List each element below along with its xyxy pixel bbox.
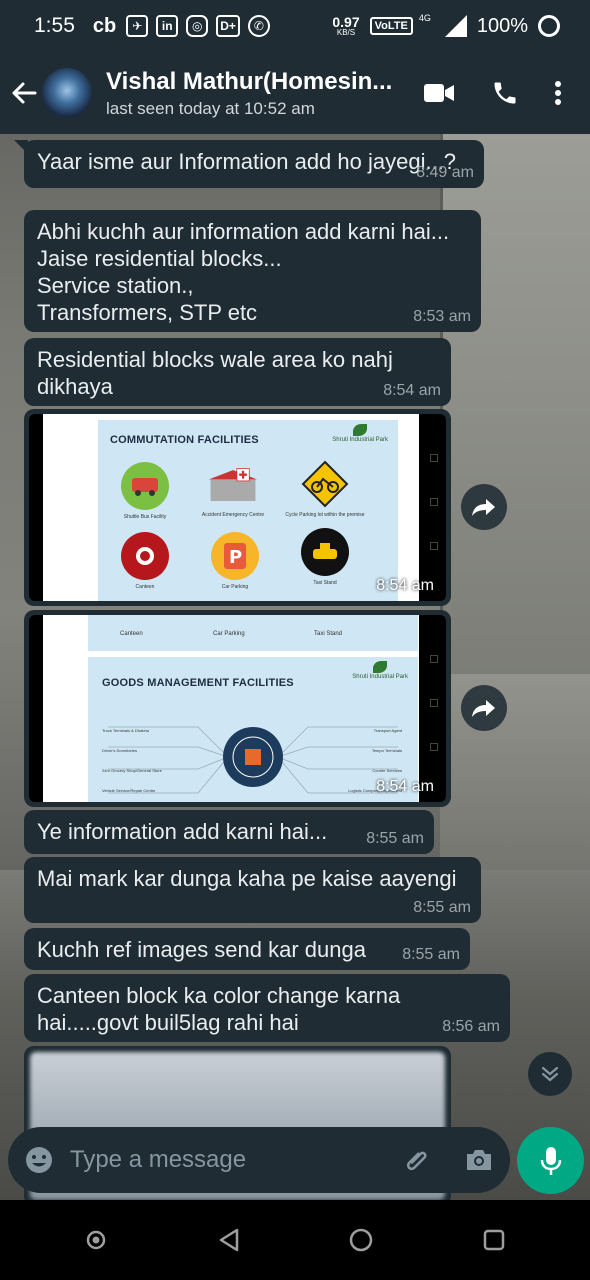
volte-icon: VoLTE bbox=[369, 17, 413, 35]
avatar[interactable] bbox=[42, 68, 92, 118]
dot-icon bbox=[87, 1230, 106, 1250]
canteen-icon bbox=[121, 532, 169, 580]
message-time: 8:49 am bbox=[416, 164, 474, 181]
recents-button[interactable] bbox=[464, 1210, 524, 1270]
image-message[interactable]: COMMUTATION FACILITIES Shruti Industrial… bbox=[24, 409, 451, 606]
cycle-icon bbox=[301, 460, 349, 508]
battery-ring-icon bbox=[538, 15, 560, 37]
message-bubble[interactable]: Ye information add karni hai... 8:55 am bbox=[24, 810, 434, 854]
battery-level: 100% bbox=[476, 14, 528, 37]
chat-area[interactable]: Yaar isme aur Information add ho jayegi.… bbox=[0, 134, 590, 1200]
message-time: 8:54 am bbox=[376, 778, 434, 795]
contact-info[interactable]: Vishal Mathur(Homesin... last seen today… bbox=[106, 68, 406, 119]
message-bubble[interactable]: Mai mark kar dunga kaha pe kaise aayengi… bbox=[24, 857, 481, 923]
network-type: 4G bbox=[418, 13, 431, 23]
home-button[interactable] bbox=[331, 1210, 391, 1270]
logo: Shruti Industrial Park bbox=[352, 661, 408, 680]
more-vert-icon bbox=[555, 81, 561, 105]
back-button[interactable] bbox=[199, 1210, 259, 1270]
last-seen: last seen today at 10:52 am bbox=[106, 98, 315, 118]
back-arrow-icon[interactable] bbox=[4, 63, 44, 123]
message-time: 8:55 am bbox=[366, 830, 424, 847]
message-composer bbox=[8, 1127, 510, 1193]
image-thumbnail[interactable]: Canteen Car Parking Taxi Stand GOODS MAN… bbox=[29, 615, 446, 802]
message-time: 8:53 am bbox=[413, 308, 471, 325]
emoji-icon bbox=[26, 1147, 52, 1173]
message-bubble[interactable]: Canteen block ka color change karna hai.… bbox=[24, 974, 510, 1042]
image-thumbnail[interactable]: COMMUTATION FACILITIES Shruti Industrial… bbox=[29, 414, 446, 601]
clock: 1:55 bbox=[34, 14, 75, 37]
message-bubble[interactable]: Yaar isme aur Information add ho jayegi.… bbox=[14, 140, 484, 188]
emoji-button[interactable] bbox=[8, 1127, 70, 1193]
network-speed: 0.97 KB/S bbox=[332, 14, 360, 37]
double-chevron-down-icon bbox=[541, 1066, 559, 1082]
video-call-icon bbox=[424, 84, 454, 102]
forward-button[interactable] bbox=[461, 685, 507, 731]
whatsapp-icon: ✆ bbox=[247, 15, 270, 37]
camera-button[interactable] bbox=[448, 1127, 510, 1193]
attach-icon bbox=[406, 1151, 427, 1171]
system-nav-bar bbox=[0, 1200, 590, 1280]
message-time: 8:55 am bbox=[402, 946, 460, 963]
taxi-icon bbox=[301, 528, 349, 576]
linkedin-icon: in bbox=[156, 15, 179, 37]
bus-icon bbox=[121, 462, 169, 510]
logo: Shruti Industrial Park bbox=[332, 424, 388, 443]
back-triangle-icon bbox=[219, 1228, 238, 1252]
mic-icon bbox=[540, 1146, 561, 1175]
message-input[interactable] bbox=[70, 1135, 386, 1185]
home-circle-icon bbox=[350, 1228, 373, 1252]
video-call-button[interactable] bbox=[406, 63, 472, 123]
voice-call-button[interactable] bbox=[472, 63, 538, 123]
forward-icon bbox=[472, 499, 495, 516]
square-icon bbox=[483, 1229, 504, 1251]
contact-name: Vishal Mathur(Homesin... bbox=[106, 67, 393, 95]
message-bubble[interactable]: Kuchh ref images send kar dunga 8:55 am bbox=[24, 928, 470, 970]
more-options-button[interactable] bbox=[538, 63, 578, 123]
scroll-to-bottom-button[interactable] bbox=[528, 1052, 572, 1096]
signal-icon bbox=[444, 15, 467, 37]
message-time: 8:55 am bbox=[413, 899, 471, 916]
status-bar: 1:55 cb ✈ in ◎ D+ ✆ 0.97 KB/S VoLTE 4G 1… bbox=[0, 0, 590, 52]
camera-icon bbox=[467, 1150, 491, 1170]
hospital-icon bbox=[209, 460, 257, 508]
forward-icon bbox=[472, 700, 495, 717]
phone-icon bbox=[494, 82, 516, 104]
chat-header: Vishal Mathur(Homesin... last seen today… bbox=[0, 52, 590, 134]
voice-message-button[interactable] bbox=[517, 1127, 584, 1194]
forward-button[interactable] bbox=[461, 484, 507, 530]
message-bubble[interactable]: Residential blocks wale area ko nahj dik… bbox=[24, 338, 451, 406]
message-bubble[interactable]: Abhi kuchh aur information add karni hai… bbox=[24, 210, 481, 332]
bag-icon: ✈ bbox=[126, 15, 149, 37]
disney-plus-icon: D+ bbox=[216, 15, 240, 37]
slide-title: COMMUTATION FACILITIES bbox=[110, 434, 259, 446]
message-time: 8:54 am bbox=[383, 382, 441, 399]
image-message[interactable]: Canteen Car Parking Taxi Stand GOODS MAN… bbox=[24, 610, 451, 807]
instagram-icon: ◎ bbox=[186, 15, 209, 37]
recent-dot-button[interactable] bbox=[66, 1210, 126, 1270]
slide-title: GOODS MANAGEMENT FACILITIES bbox=[102, 677, 294, 689]
svg-text:P: P bbox=[229, 547, 242, 568]
cb-icon: cb bbox=[92, 14, 117, 37]
message-time: 8:56 am bbox=[442, 1018, 500, 1035]
attach-button[interactable] bbox=[386, 1127, 448, 1193]
parking-icon: P bbox=[211, 532, 259, 580]
message-time: 8:54 am bbox=[376, 577, 434, 594]
notification-icons: cb ✈ in ◎ D+ ✆ bbox=[91, 15, 270, 37]
